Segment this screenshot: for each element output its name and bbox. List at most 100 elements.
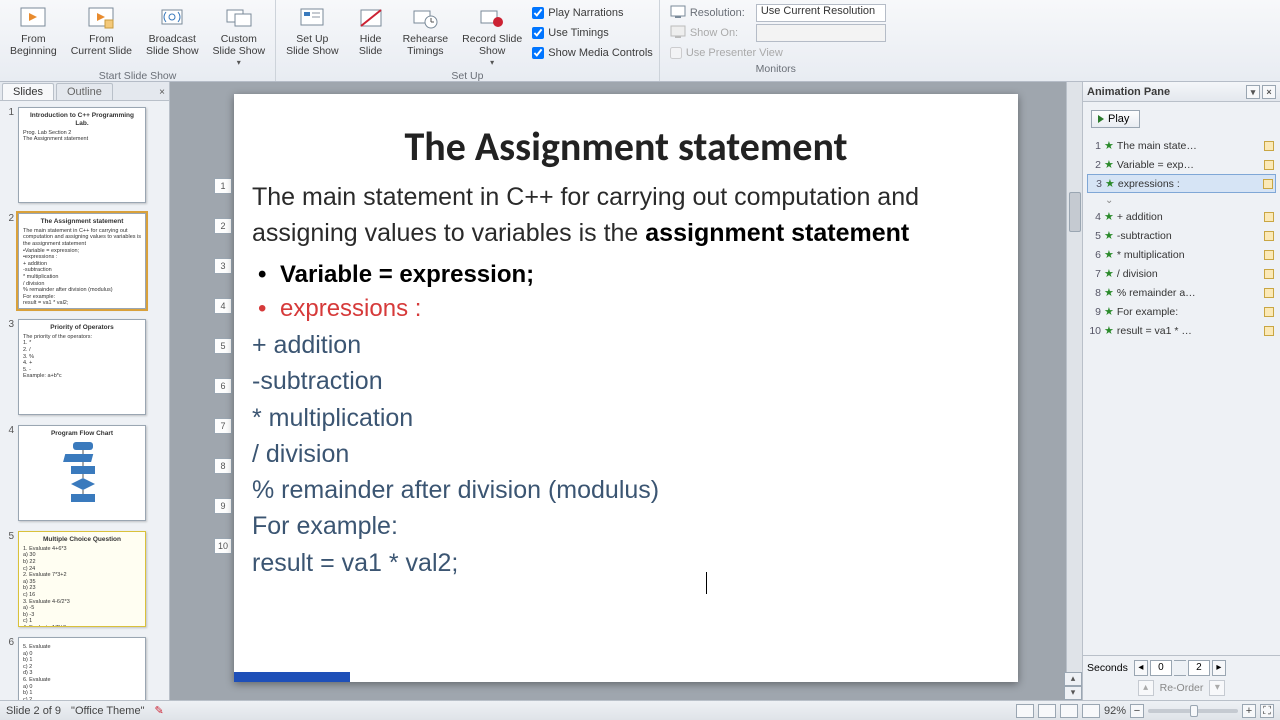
animation-item[interactable]: 3★expressions : bbox=[1087, 174, 1276, 193]
presenter-view-checkbox: Use Presenter View bbox=[670, 44, 886, 62]
slide-body[interactable]: The main statement in C++ for carrying o… bbox=[252, 179, 1000, 581]
timing-swatch bbox=[1264, 160, 1274, 170]
pane-close-button[interactable]: × bbox=[1262, 85, 1276, 99]
op-division: / division bbox=[252, 436, 1000, 472]
animation-item[interactable]: 9★For example: bbox=[1087, 302, 1276, 321]
slide-thumbnail[interactable]: 4Program Flow Chart bbox=[4, 425, 165, 521]
slide-thumbnail[interactable]: 5Multiple Choice Question1. Evaluate 4+6… bbox=[4, 531, 165, 627]
animation-item[interactable]: 4★+ addition bbox=[1087, 207, 1276, 226]
animation-item[interactable]: 7★/ division bbox=[1087, 264, 1276, 283]
reorder-up-button[interactable]: ▴ bbox=[1138, 680, 1154, 696]
slide-thumbnail[interactable]: 1Introduction to C++ Programming Lab.Pro… bbox=[4, 107, 165, 203]
broadcast-slide-show-button[interactable]: Broadcast Slide Show bbox=[142, 2, 203, 69]
tab-slides[interactable]: Slides bbox=[2, 83, 54, 100]
group-label-monitors: Monitors bbox=[666, 62, 886, 77]
bullet-expressions: expressions : bbox=[252, 292, 1000, 327]
ribbon-group-monitors: Resolution: Use Current Resolution Show … bbox=[660, 0, 892, 81]
slides-panel: Slides Outline × 1Introduction to C++ Pr… bbox=[0, 82, 170, 700]
use-timings-checkbox[interactable]: Use Timings bbox=[532, 24, 653, 42]
star-icon: ★ bbox=[1104, 210, 1114, 223]
set-up-slide-show-button[interactable]: Set Up Slide Show bbox=[282, 2, 343, 69]
example-label: For example: bbox=[252, 508, 1000, 544]
ribbon: From Beginning From Current Slide Broadc… bbox=[0, 0, 1280, 82]
prev-slide-button[interactable]: ▴ bbox=[1064, 672, 1082, 686]
animation-item[interactable]: 2★Variable = exp… bbox=[1087, 155, 1276, 174]
custom-slide-show-button[interactable]: Custom Slide Show ▾ bbox=[209, 2, 270, 69]
status-bar: Slide 2 of 9 "Office Theme" ✎ 92% − + ⛶ bbox=[0, 700, 1280, 720]
fit-window-button[interactable]: ⛶ bbox=[1260, 704, 1274, 718]
view-slideshow-button[interactable] bbox=[1082, 704, 1100, 718]
rehearse-timings-button[interactable]: Rehearse Timings bbox=[399, 2, 453, 69]
editor-scrollbar[interactable] bbox=[1066, 82, 1082, 700]
monitor-icon bbox=[670, 5, 686, 21]
slide-title[interactable]: The Assignment statement bbox=[252, 122, 1000, 171]
broadcast-icon bbox=[156, 4, 188, 32]
ribbon-group-start-slide-show: From Beginning From Current Slide Broadc… bbox=[0, 0, 276, 81]
ribbon-group-set-up: Set Up Slide Show Hide Slide Rehearse Ti… bbox=[276, 0, 660, 81]
pane-menu-button[interactable]: ▾ bbox=[1246, 85, 1260, 99]
hide-slide-button[interactable]: Hide Slide bbox=[349, 2, 393, 69]
zoom-in-button[interactable]: + bbox=[1242, 704, 1256, 718]
timing-swatch bbox=[1264, 250, 1274, 260]
op-subtraction: -subtraction bbox=[252, 363, 1000, 399]
record-icon bbox=[476, 4, 508, 32]
slide-thumbnail[interactable]: 2The Assignment statementThe main statem… bbox=[4, 213, 165, 309]
slide-accent-bar bbox=[234, 672, 350, 682]
star-icon: ★ bbox=[1104, 158, 1114, 171]
timing-swatch bbox=[1263, 179, 1273, 189]
animation-item[interactable]: 5★-subtraction bbox=[1087, 226, 1276, 245]
play-button[interactable]: Play bbox=[1091, 110, 1140, 128]
play-narrations-checkbox[interactable]: Play Narrations bbox=[532, 4, 653, 22]
play-icon bbox=[1098, 115, 1104, 123]
status-slide-number: Slide 2 of 9 bbox=[6, 705, 61, 717]
slide-thumbnail[interactable]: 65. Evaluate a) 0 b) 1 c) 2 d) 3 6. Eval… bbox=[4, 637, 165, 700]
seconds-prev-button[interactable]: ◂ bbox=[1134, 660, 1148, 676]
animation-pane: Animation Pane ▾ × Play 1★The main state… bbox=[1082, 82, 1280, 700]
zoom-out-button[interactable]: − bbox=[1130, 704, 1144, 718]
slide-thumbnail[interactable]: 3Priority of OperatorsThe priority of th… bbox=[4, 319, 165, 415]
view-sorter-button[interactable] bbox=[1038, 704, 1056, 718]
timing-swatch bbox=[1264, 212, 1274, 222]
show-media-controls-checkbox[interactable]: Show Media Controls bbox=[532, 44, 653, 62]
text-caret bbox=[706, 572, 707, 594]
zoom-slider[interactable] bbox=[1148, 709, 1238, 713]
star-icon: ★ bbox=[1104, 229, 1114, 242]
zoom-percent: 92% bbox=[1104, 705, 1126, 717]
chevron-down-icon: ▾ bbox=[490, 58, 494, 67]
animation-item[interactable]: 6★* multiplication bbox=[1087, 245, 1276, 264]
animation-item[interactable]: 1★The main state… bbox=[1087, 136, 1276, 155]
animation-item[interactable]: 10★result = va1 * … bbox=[1087, 321, 1276, 340]
from-beginning-button[interactable]: From Beginning bbox=[6, 2, 61, 69]
resolution-row: Resolution: Use Current Resolution bbox=[670, 4, 886, 22]
animation-list[interactable]: 1★The main state…2★Variable = exp…3★expr… bbox=[1083, 136, 1280, 655]
next-slide-button[interactable]: ▾ bbox=[1064, 686, 1082, 700]
tab-outline[interactable]: Outline bbox=[56, 83, 113, 100]
view-reading-button[interactable] bbox=[1060, 704, 1078, 718]
custom-show-icon bbox=[223, 4, 255, 32]
close-icon[interactable]: × bbox=[155, 86, 169, 100]
chevron-down-icon: ▾ bbox=[237, 58, 241, 67]
timing-swatch bbox=[1264, 307, 1274, 317]
star-icon: ★ bbox=[1104, 248, 1114, 261]
timing-swatch bbox=[1264, 231, 1274, 241]
animation-pane-title: Animation Pane bbox=[1087, 86, 1170, 98]
timing-swatch bbox=[1264, 326, 1274, 336]
spellcheck-icon[interactable]: ✎ bbox=[154, 704, 163, 717]
reorder-down-button[interactable]: ▾ bbox=[1209, 680, 1225, 696]
from-current-icon bbox=[85, 4, 117, 32]
from-current-slide-button[interactable]: From Current Slide bbox=[67, 2, 136, 69]
timing-swatch bbox=[1264, 141, 1274, 151]
slide-canvas[interactable]: The Assignment statement The main statem… bbox=[234, 94, 1018, 682]
animation-item[interactable]: 8★% remainder a… bbox=[1087, 283, 1276, 302]
timing-swatch bbox=[1264, 269, 1274, 279]
thumbnail-list[interactable]: 1Introduction to C++ Programming Lab.Pro… bbox=[0, 101, 169, 700]
star-icon: ★ bbox=[1104, 305, 1114, 318]
record-slide-show-button[interactable]: Record Slide Show ▾ bbox=[458, 2, 526, 69]
star-icon: ★ bbox=[1105, 177, 1115, 190]
hide-slide-icon bbox=[355, 4, 387, 32]
slide-editor[interactable]: 12345678910 The Assignment statement The… bbox=[170, 82, 1082, 700]
view-normal-button[interactable] bbox=[1016, 704, 1034, 718]
seconds-next-button[interactable]: ▸ bbox=[1212, 660, 1226, 676]
resolution-select[interactable]: Use Current Resolution bbox=[756, 4, 886, 22]
show-on-row: Show On: bbox=[670, 24, 886, 42]
